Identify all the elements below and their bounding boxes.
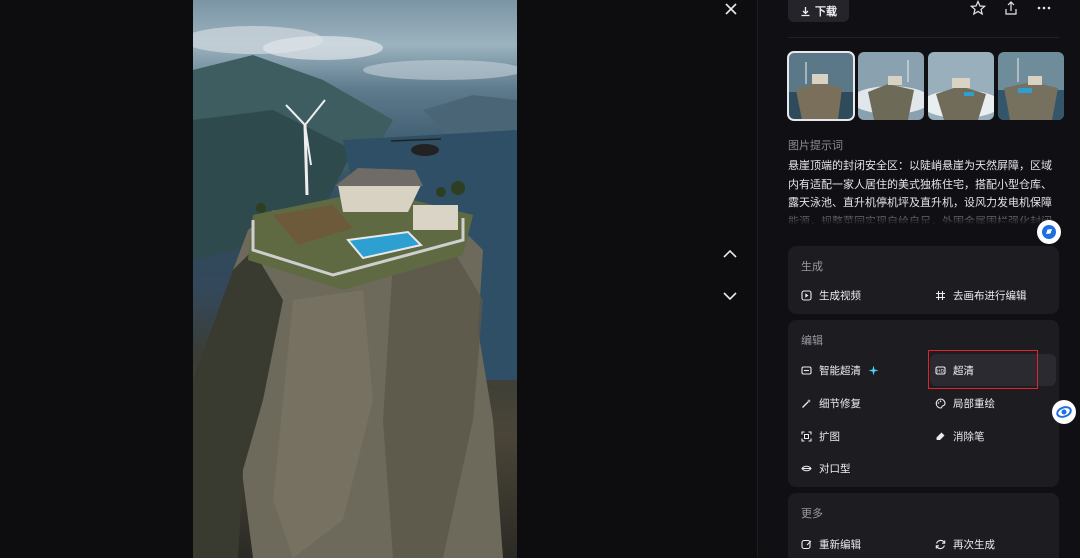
lips-icon	[801, 465, 812, 471]
item-label: 再次生成	[953, 538, 995, 551]
magic-wand-icon	[802, 398, 811, 408]
side-panel: 下载 图片提示词 悬崖顶端的封闭安全区：以陡峭悬崖为天然屏障，区域内有适配一家人…	[758, 0, 1080, 558]
canvas-edit-button[interactable]: 去画布进行编辑	[935, 285, 1027, 305]
detail-repair-button[interactable]: 细节修复	[801, 393, 861, 413]
palette-icon	[935, 397, 946, 409]
sparkle-icon	[868, 365, 879, 375]
red-annotation-box	[928, 350, 1038, 389]
item-label: 细节修复	[819, 397, 861, 410]
lip-sync-button[interactable]: 对口型	[801, 458, 851, 478]
item-label: 对口型	[819, 462, 851, 475]
thumbnail-strip	[787, 51, 1064, 121]
regenerate-button[interactable]: 再次生成	[935, 534, 995, 554]
prompt-text: 悬崖顶端的封闭安全区：以陡峭悬崖为天然屏障，区域内有适配一家人居住的美式独栋住宅…	[788, 159, 1052, 225]
item-label: 局部重绘	[953, 397, 995, 410]
download-icon	[801, 6, 810, 16]
share-icon[interactable]	[1003, 0, 1021, 18]
item-label: 重新编辑	[819, 538, 861, 551]
edit-icon	[801, 539, 812, 549]
item-label: 智能超清	[819, 364, 861, 377]
prompt-label: 图片提示词	[788, 139, 843, 152]
re-edit-button[interactable]: 重新编辑	[801, 534, 861, 554]
eraser-button[interactable]: 消除笔	[935, 426, 985, 446]
item-label: 生成视频	[819, 289, 861, 302]
item-label: 去画布进行编辑	[953, 289, 1027, 302]
assistant-icon[interactable]	[1037, 220, 1061, 244]
main-image	[193, 0, 517, 558]
download-button[interactable]: 下载	[788, 0, 849, 22]
thumbnail[interactable]	[998, 52, 1064, 120]
canvas-icon	[936, 290, 945, 300]
refresh-icon	[935, 539, 946, 549]
eraser-icon	[936, 432, 945, 440]
more-icon[interactable]	[1036, 0, 1054, 18]
inpaint-button[interactable]: 局部重绘	[935, 393, 995, 413]
expand-icon	[801, 430, 812, 442]
generate-card: 生成 生成视频 去画布进行编辑	[788, 246, 1059, 314]
divider	[788, 37, 1059, 38]
thumbnail[interactable]	[858, 52, 924, 120]
item-label: 扩图	[819, 430, 840, 443]
generate-video-button[interactable]: 生成视频	[801, 285, 861, 305]
smart-upscale-button[interactable]: 智能超清	[801, 360, 879, 380]
thumbnail[interactable]	[928, 52, 994, 120]
close-icon[interactable]	[720, 0, 742, 18]
star-icon[interactable]	[969, 0, 988, 18]
more-card: 更多 重新编辑 再次生成	[788, 493, 1059, 558]
translate-icon[interactable]	[1052, 400, 1076, 424]
item-label: 消除笔	[953, 430, 985, 443]
chevron-down-icon[interactable]	[719, 287, 741, 305]
expand-button[interactable]: 扩图	[801, 426, 840, 446]
download-label: 下载	[815, 5, 837, 18]
chevron-up-icon[interactable]	[719, 245, 741, 263]
section-title-generate: 生成	[801, 260, 823, 273]
play-icon	[801, 289, 812, 301]
image-viewer	[0, 0, 757, 558]
upscale-icon	[801, 365, 812, 375]
thumbnail[interactable]	[787, 51, 855, 121]
section-title-edit: 编辑	[801, 334, 823, 347]
section-title-more: 更多	[801, 507, 823, 520]
